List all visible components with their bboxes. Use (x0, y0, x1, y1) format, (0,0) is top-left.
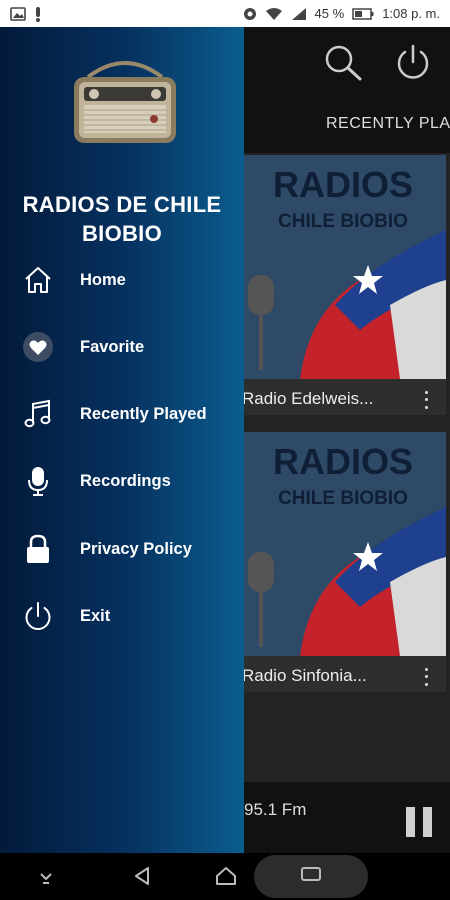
station-card[interactable]: RADIOS CHILE BIOBIO Radio Edelweis... (240, 155, 446, 415)
system-nav-bar (0, 853, 450, 900)
drawer-title: RADIOS DE CHILE BIOBIO (0, 190, 244, 248)
menu-label-home: Home (80, 270, 126, 289)
station-name: Radio Edelweis... (242, 389, 374, 408)
clock: 1:08 p. m. (382, 6, 440, 21)
recents-button[interactable] (254, 855, 368, 898)
drawer-title-line1: RADIOS DE CHILE (22, 192, 222, 217)
artwork-title: RADIOS (273, 441, 413, 482)
recents-icon (300, 866, 322, 887)
power-icon[interactable] (394, 43, 432, 86)
menu-item-recently-played[interactable]: Recently Played (0, 386, 244, 442)
now-playing-station: 95.1 Fm (244, 800, 307, 819)
artwork-subtitle: CHILE BIOBIO (278, 488, 408, 509)
menu-label-recently-played: Recently Played (80, 404, 207, 423)
menu-label-favorite: Favorite (80, 337, 145, 356)
wifi-icon (265, 7, 283, 21)
menu-item-recordings[interactable]: Recordings (0, 453, 244, 509)
artwork-title: RADIOS (273, 164, 413, 205)
menu-item-favorite[interactable]: Favorite (0, 319, 244, 375)
tab-recently-played[interactable]: RECENTLY PLA (326, 115, 450, 133)
pause-icon[interactable] (406, 807, 432, 837)
power-icon (22, 600, 54, 632)
vpn-icon (243, 7, 257, 21)
photo-notification-icon (10, 6, 26, 21)
lock-icon (22, 533, 54, 565)
menu-label-recordings: Recordings (80, 471, 171, 490)
home-nav-icon[interactable] (214, 865, 238, 892)
menu-item-home[interactable]: Home (0, 252, 244, 308)
station-artwork: RADIOS CHILE BIOBIO (240, 432, 446, 656)
more-options-icon[interactable] (418, 666, 434, 688)
drawer-title-line2: BIOBIO (81, 221, 163, 246)
signal-icon (291, 7, 307, 21)
navigation-drawer: RADIOS DE CHILE BIOBIO Home Favorite Rec… (0, 27, 244, 853)
battery-icon (352, 7, 374, 20)
home-icon (22, 264, 54, 296)
status-bar: 45 % 1:08 p. m. (0, 0, 450, 27)
station-name: Radio Sinfonia... (242, 666, 367, 685)
station-card[interactable]: RADIOS CHILE BIOBIO Radio Sinfonia... (240, 432, 446, 692)
menu-item-exit[interactable]: Exit (0, 588, 244, 644)
battery-percent: 45 % (314, 6, 345, 21)
artwork-subtitle: CHILE BIOBIO (278, 211, 408, 232)
exclamation-icon (34, 6, 42, 22)
search-icon[interactable] (322, 43, 364, 86)
station-artwork: RADIOS CHILE BIOBIO (240, 155, 446, 379)
menu-item-privacy-policy[interactable]: Privacy Policy (0, 521, 244, 577)
hide-keyboard-icon[interactable] (38, 869, 54, 890)
radio-logo (70, 55, 180, 145)
back-icon[interactable] (132, 865, 152, 892)
heart-icon (22, 331, 54, 363)
music-note-icon (22, 398, 54, 430)
menu-label-privacy-policy: Privacy Policy (80, 539, 192, 558)
more-options-icon[interactable] (418, 389, 434, 411)
menu-label-exit: Exit (80, 606, 111, 625)
microphone-icon (22, 465, 54, 497)
